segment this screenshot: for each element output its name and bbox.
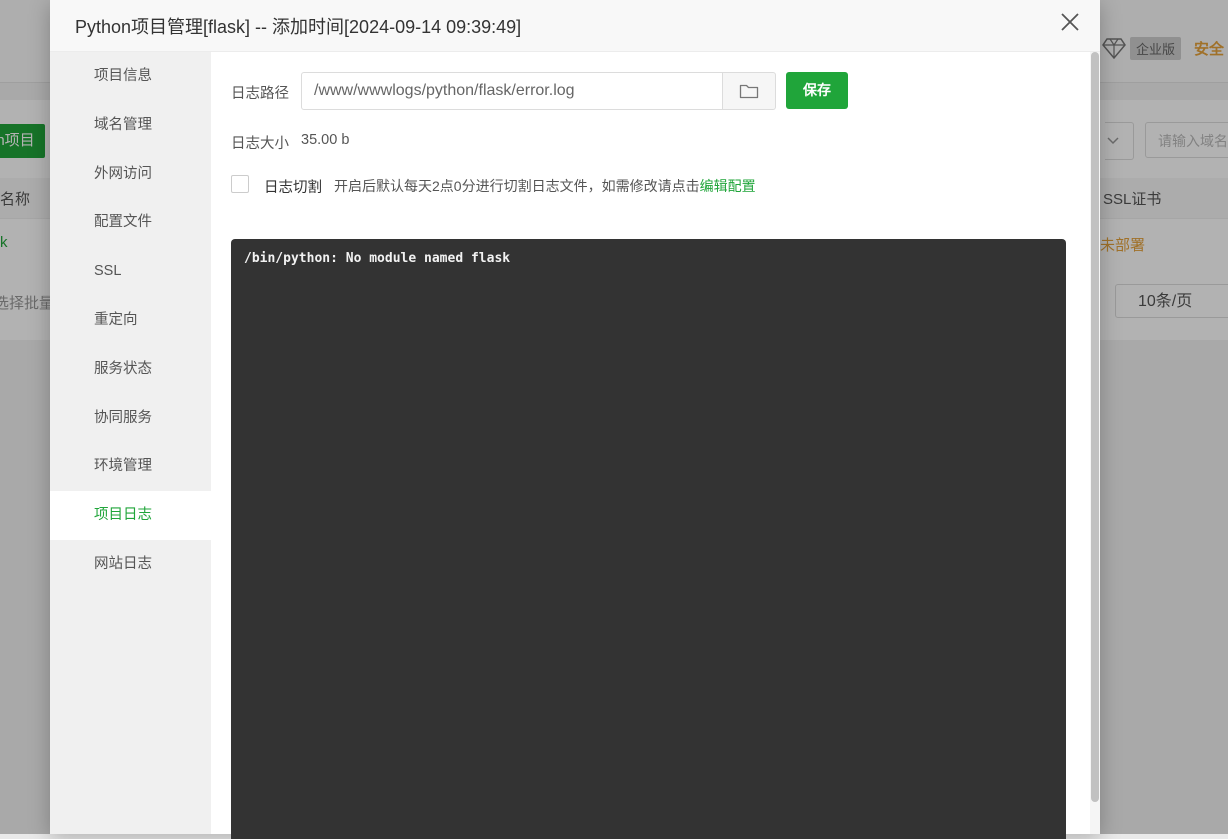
log-size-label: 日志大小 <box>231 136 289 152</box>
sidebar-item-external-access[interactable]: 外网访问 <box>50 150 211 199</box>
close-button[interactable] <box>1056 8 1084 36</box>
sidebar-item-project-log[interactable]: 项目日志 <box>50 491 211 540</box>
dialog-sidebar: 项目信息 域名管理 外网访问 配置文件 SSL 重定向 服务状态 协同服务 环境… <box>50 52 211 834</box>
sidebar-item-redirect[interactable]: 重定向 <box>50 296 211 345</box>
log-cut-checkbox[interactable] <box>231 175 249 193</box>
sidebar-item-project-info[interactable]: 项目信息 <box>50 52 211 101</box>
log-size-value: 35.00 b <box>301 132 350 148</box>
close-icon <box>1061 13 1079 31</box>
sidebar-item-site-log[interactable]: 网站日志 <box>50 540 211 589</box>
sidebar-item-config-file[interactable]: 配置文件 <box>50 198 211 247</box>
sidebar-item-service-status[interactable]: 服务状态 <box>50 345 211 394</box>
dialog-title: Python项目管理[flask] -- 添加时间[2024-09-14 09:… <box>75 17 522 37</box>
scrollbar-thumb[interactable] <box>1091 52 1099 802</box>
dialog-header: Python项目管理[flask] -- 添加时间[2024-09-14 09:… <box>50 0 1100 52</box>
log-cut-description: 开启后默认每天2点0分进行切割日志文件，如需修改请点击编辑配置 <box>334 176 756 196</box>
log-output[interactable]: /bin/python: No module named flask <box>231 239 1066 839</box>
browse-folder-button[interactable] <box>722 72 776 110</box>
sidebar-item-domain[interactable]: 域名管理 <box>50 101 211 150</box>
edit-config-link[interactable]: 编辑配置 <box>700 178 756 194</box>
dialog-scrollbar[interactable] <box>1090 52 1100 834</box>
log-cut-label: 日志切割 <box>264 180 322 196</box>
sidebar-item-env[interactable]: 环境管理 <box>50 442 211 491</box>
sidebar-item-collab-service[interactable]: 协同服务 <box>50 394 211 443</box>
save-button[interactable]: 保存 <box>786 72 848 109</box>
folder-icon <box>739 84 759 99</box>
log-content: /bin/python: No module named flask <box>244 251 511 266</box>
sidebar-item-ssl[interactable]: SSL <box>50 247 211 296</box>
project-manager-dialog: Python项目管理[flask] -- 添加时间[2024-09-14 09:… <box>50 0 1100 839</box>
log-panel: 日志路径 保存 日志大小 35.00 b 日志切割 开启后默认每天2点0分进行切… <box>211 52 1100 839</box>
log-cut-desc-text: 开启后默认每天2点0分进行切割日志文件，如需修改请点击 <box>334 178 700 194</box>
log-path-label: 日志路径 <box>231 86 289 102</box>
log-path-input[interactable] <box>301 72 723 110</box>
